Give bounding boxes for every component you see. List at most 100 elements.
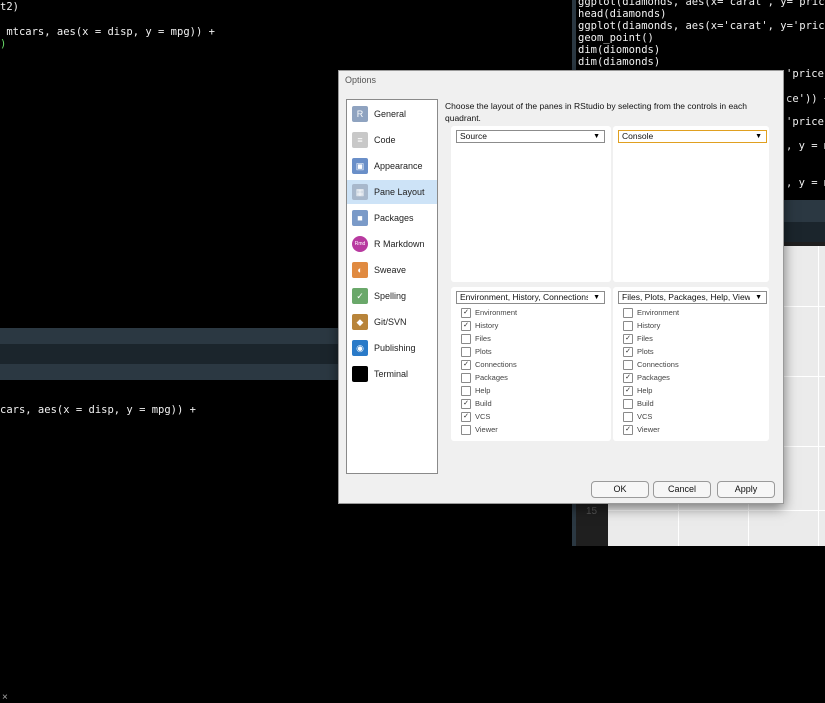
quadrant-select-bottom-left[interactable]: Environment, History, Connections ▼	[456, 291, 605, 304]
pane-option-plots[interactable]: Plots	[461, 345, 492, 358]
checkbox-unchecked-icon[interactable]	[461, 385, 471, 396]
sidebar-item-git-svn[interactable]: ◆ Git/SVN	[347, 310, 437, 334]
pane-option-label: Packages	[637, 373, 670, 382]
sidebar-item-publishing[interactable]: ◉ Publishing	[347, 336, 437, 360]
console-line: ggplot(diamonds, aes(x='carat', y= price	[578, 0, 825, 8]
checkbox-unchecked-icon[interactable]	[461, 372, 471, 383]
pane-option-packages[interactable]: Packages	[461, 371, 508, 384]
appearance-icon: ▣	[352, 158, 368, 174]
pane-option-label: Connections	[637, 360, 679, 369]
pane-option-files[interactable]: ✓ Files	[623, 332, 653, 345]
console-line: , y = m	[786, 177, 825, 189]
checkbox-checked-icon[interactable]: ✓	[461, 307, 471, 318]
sidebar-item-general[interactable]: R General	[347, 102, 437, 126]
sidebar-item-label: Sweave	[374, 265, 407, 275]
checkbox-unchecked-icon[interactable]	[623, 398, 633, 409]
code-line: t2)	[0, 1, 19, 13]
pane-option-label: Viewer	[637, 425, 660, 434]
console-line: ggplot(diamonds, aes(x='carat', y='price…	[578, 20, 825, 32]
quadrant-select-bottom-right[interactable]: Files, Plots, Packages, Help, Viewer ▼	[618, 291, 767, 304]
sidebar-item-label: Terminal	[374, 369, 409, 379]
sidebar-item-label: R Markdown	[374, 239, 425, 249]
sidebar-item-pane-layout[interactable]: ▦ Pane Layout	[347, 180, 437, 204]
quadrant-bottom-right: Files, Plots, Packages, Help, Viewer ▼ E…	[613, 287, 769, 441]
dropdown-arrow-icon: ▼	[593, 133, 600, 140]
pane-option-viewer[interactable]: ✓ Viewer	[623, 423, 660, 436]
pane-option-vcs[interactable]: VCS	[623, 410, 652, 423]
pane-option-label: Viewer	[475, 425, 498, 434]
ok-button[interactable]: OK	[591, 481, 649, 498]
checkbox-unchecked-icon[interactable]	[623, 359, 633, 370]
pane-option-environment[interactable]: ✓ Environment	[461, 306, 517, 319]
checkbox-unchecked-icon[interactable]	[623, 307, 633, 318]
options-dialog: Options R General ≡ Code ▣ Appearance ▦ Pane La…	[338, 70, 784, 504]
checkbox-checked-icon[interactable]: ✓	[623, 385, 633, 396]
pane-option-build[interactable]: Build	[623, 397, 654, 410]
pane-option-vcs[interactable]: ✓ VCS	[461, 410, 490, 423]
checkbox-unchecked-icon[interactable]	[623, 411, 633, 422]
pane-option-label: Files	[637, 334, 653, 343]
pane-option-label: Help	[637, 386, 653, 395]
apply-button[interactable]: Apply	[717, 481, 775, 498]
checkbox-checked-icon[interactable]: ✓	[461, 411, 471, 422]
checkbox-unchecked-icon[interactable]	[461, 346, 471, 357]
checkbox-unchecked-icon[interactable]	[461, 333, 471, 344]
pane-option-files[interactable]: Files	[461, 332, 491, 345]
checkbox-checked-icon[interactable]: ✓	[623, 372, 633, 383]
pane-option-help[interactable]: Help	[461, 384, 490, 397]
pane-option-label: History	[475, 321, 499, 330]
sidebar-item-appearance[interactable]: ▣ Appearance	[347, 154, 437, 178]
git-icon: ◆	[352, 314, 368, 330]
pane-option-help[interactable]: ✓ Help	[623, 384, 652, 397]
console-line: dim(diamonds)	[578, 56, 661, 68]
pane-option-connections[interactable]: ✓ Connections	[461, 358, 517, 371]
checkbox-unchecked-icon[interactable]	[623, 320, 633, 331]
checkbox-checked-icon[interactable]: ✓	[623, 333, 633, 344]
rmarkdown-icon: Rmd	[352, 236, 368, 252]
pane-option-label: History	[637, 321, 661, 330]
checkbox-checked-icon[interactable]: ✓	[623, 424, 633, 435]
pane-option-label: VCS	[637, 412, 653, 421]
quadrant-top-right: Console ▼	[613, 126, 769, 282]
quadrant-select-top-left[interactable]: Source ▼	[456, 130, 605, 143]
pane-option-environment[interactable]: Environment	[623, 306, 679, 319]
console-line: 'price'	[786, 116, 825, 128]
pane-option-build[interactable]: ✓ Build	[461, 397, 492, 410]
sidebar-item-label: Pane Layout	[374, 187, 425, 197]
sidebar-item-packages[interactable]: ■ Packages	[347, 206, 437, 230]
quadrant-bottom-left: Environment, History, Connections ▼ ✓ Env…	[451, 287, 611, 441]
pane-option-label: Build	[637, 399, 654, 408]
pane-option-history[interactable]: History	[623, 319, 660, 332]
pane-option-history[interactable]: ✓ History	[461, 319, 498, 332]
sidebar-item-label: General	[374, 109, 407, 119]
checkbox-checked-icon[interactable]: ✓	[461, 320, 471, 331]
close-icon[interactable]: ×	[2, 692, 8, 703]
checkbox-checked-icon[interactable]: ✓	[461, 398, 471, 409]
pane-option-label: Help	[475, 386, 491, 395]
terminal-icon	[352, 366, 368, 382]
sidebar-item-sweave[interactable]: ◐ Sweave	[347, 258, 437, 282]
pane-layout-description: Choose the layout of the panes in RStudi…	[445, 101, 747, 123]
pane-option-connections[interactable]: Connections	[623, 358, 679, 371]
sidebar-item-code[interactable]: ≡ Code	[347, 128, 437, 152]
checkbox-checked-icon[interactable]: ✓	[623, 346, 633, 357]
quadrant-select-top-right[interactable]: Console ▼	[618, 130, 767, 143]
code-line: mtcars, aes(x = disp, y = mpg)) +	[0, 26, 215, 38]
cancel-button[interactable]: Cancel	[653, 481, 711, 498]
pane-option-packages[interactable]: ✓ Packages	[623, 371, 670, 384]
checkbox-unchecked-icon[interactable]	[461, 424, 471, 435]
pane-option-label: Plots	[475, 347, 492, 356]
pane-option-plots[interactable]: ✓ Plots	[623, 345, 654, 358]
console-line: geom_point()	[578, 32, 654, 44]
pane-option-label: VCS	[475, 412, 491, 421]
sidebar-item-terminal[interactable]: Terminal	[347, 362, 437, 386]
checkbox-checked-icon[interactable]: ✓	[461, 359, 471, 370]
pane-option-label: Connections	[475, 360, 517, 369]
console-line: ce')) +	[786, 93, 825, 105]
pane-option-viewer[interactable]: Viewer	[461, 423, 498, 436]
pane-option-label: Environment	[475, 308, 518, 317]
sidebar-item-spelling[interactable]: ✓ Spelling	[347, 284, 437, 308]
sidebar-item-r-markdown[interactable]: Rmd R Markdown	[347, 232, 437, 256]
sweave-icon: ◐	[352, 262, 368, 278]
sidebar-item-label: Publishing	[374, 343, 416, 353]
